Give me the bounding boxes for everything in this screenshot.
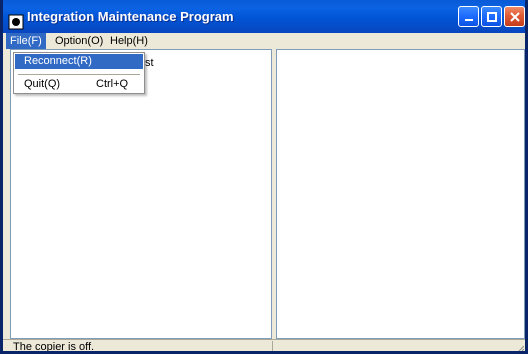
quit-shortcut: Ctrl+Q: [96, 78, 129, 90]
menu-option[interactable]: Option(O): [51, 33, 107, 49]
menu-separator: [18, 74, 140, 75]
close-icon: [509, 11, 520, 22]
status-bar: The copier is off.: [3, 339, 525, 353]
close-button[interactable]: [504, 6, 525, 27]
status-message: The copier is off.: [13, 341, 95, 353]
minimize-button[interactable]: [458, 6, 479, 27]
quit-label: Quit(Q): [24, 78, 61, 90]
maximize-icon: [486, 11, 497, 22]
app-icon: [8, 9, 24, 30]
menu-help[interactable]: Help(H): [106, 33, 152, 49]
main-window: Integration Maintenance Program File(F) …: [0, 0, 528, 354]
window-title: Integration Maintenance Program: [27, 9, 234, 24]
file-dropdown-menu: Reconnect(R) Quit(Q) Ctrl+Q: [13, 52, 145, 94]
resize-grip-icon[interactable]: [514, 343, 524, 353]
maximize-button[interactable]: [481, 6, 502, 27]
right-detail-pane[interactable]: [276, 49, 525, 339]
reconnect-menu-item[interactable]: Reconnect(R): [15, 54, 143, 69]
minimize-icon: [464, 18, 473, 21]
left-pane-text: st: [145, 57, 154, 69]
reconnect-label: Reconnect(R): [24, 55, 92, 67]
menu-bar: File(F) Option(O) Help(H): [3, 33, 525, 49]
menu-file[interactable]: File(F): [6, 33, 46, 49]
status-separator: [272, 341, 273, 351]
titlebar[interactable]: Integration Maintenance Program: [3, 0, 525, 33]
quit-menu-item[interactable]: Quit(Q) Ctrl+Q: [15, 77, 143, 92]
title-buttons: [458, 6, 525, 27]
